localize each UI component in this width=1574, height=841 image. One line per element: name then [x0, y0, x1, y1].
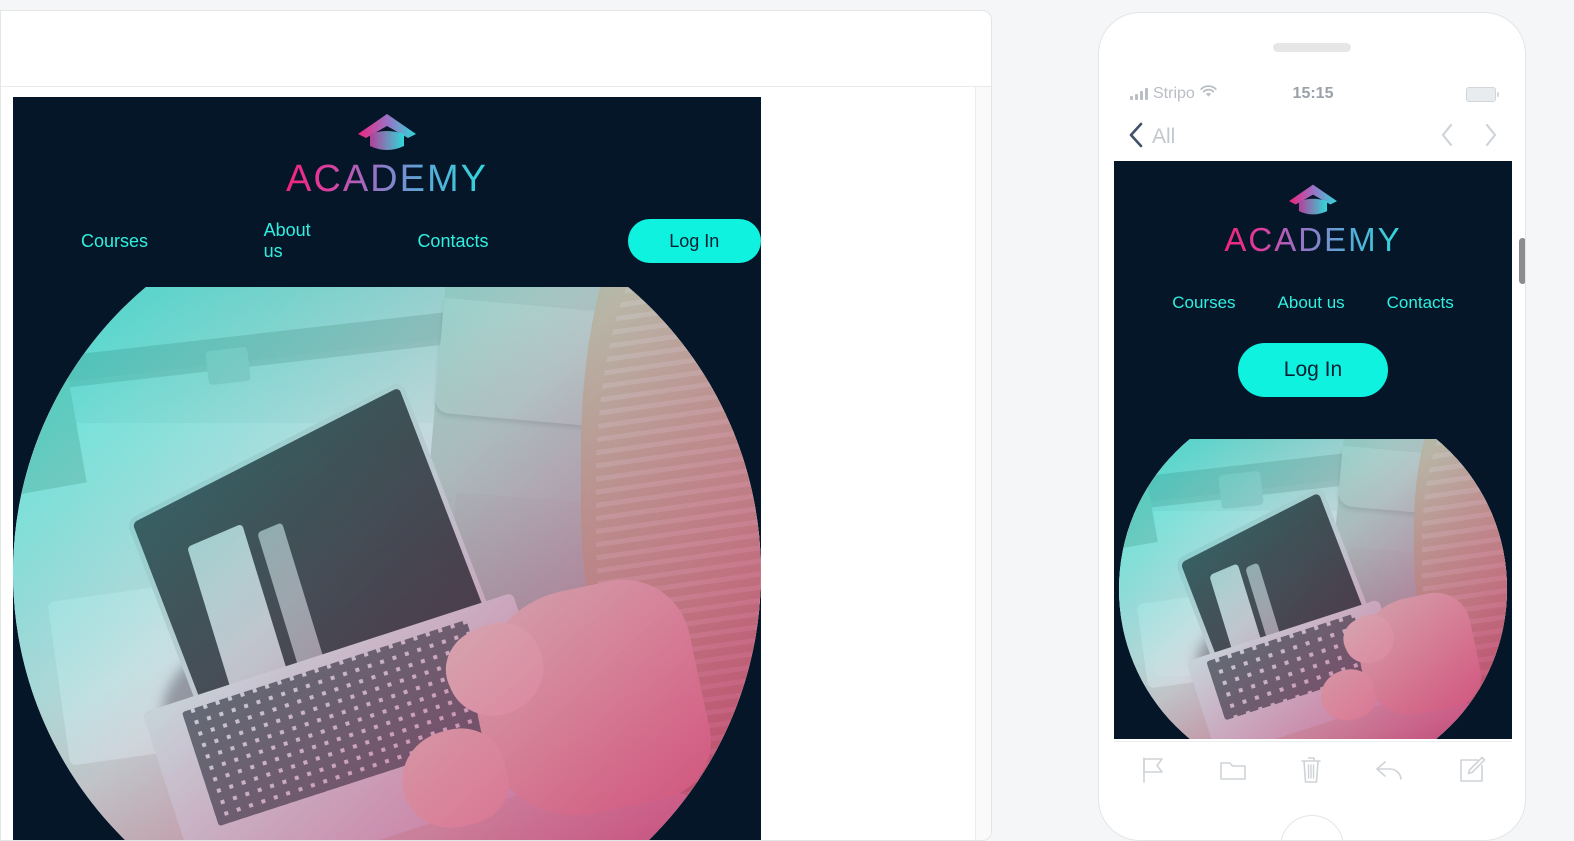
trash-icon[interactable]	[1299, 755, 1323, 790]
phone-bottom-toolbar	[1114, 741, 1512, 803]
email-body-mobile[interactable]: ACADEMY Courses About us Contacts Log In	[1114, 161, 1512, 739]
graduation-cap-icon	[1287, 183, 1339, 221]
email-header-desktop: ACADEMY Courses About us Contacts Log In	[13, 97, 761, 287]
compose-icon[interactable]	[1458, 756, 1486, 789]
nav-link-contacts[interactable]: Contacts	[417, 231, 488, 252]
mobile-preview-phone: Stripo 15:15 All ACADEMY Courses About u…	[1098, 12, 1526, 841]
graduation-cap-icon	[356, 112, 418, 158]
wifi-icon	[1200, 85, 1217, 103]
email-header-mobile: ACADEMY Courses About us Contacts Log In	[1114, 161, 1512, 439]
brand-logo-mobile: ACADEMY	[1143, 183, 1483, 256]
desktop-preview-panel: ACADEMY Courses About us Contacts Log In	[0, 10, 992, 841]
brand-wordmark-mobile: ACADEMY	[1224, 221, 1402, 258]
phone-status-bar: Stripo 15:15	[1114, 75, 1512, 113]
status-left-group: Stripo	[1130, 85, 1217, 103]
hero-photo	[13, 287, 761, 840]
hero-gradient-overlay-2	[1119, 439, 1507, 739]
status-right-group	[1466, 86, 1499, 102]
mobile-nav: Courses About us Contacts	[1114, 293, 1512, 313]
email-body-desktop: ACADEMY Courses About us Contacts Log In	[13, 97, 761, 840]
reply-icon[interactable]	[1375, 758, 1405, 787]
back-to-all-button[interactable]: All	[1128, 122, 1175, 153]
nav-link-courses-mobile[interactable]: Courses	[1172, 293, 1235, 313]
hero-photo-mobile	[1119, 439, 1507, 739]
desktop-preview-scroll-area[interactable]: ACADEMY Courses About us Contacts Log In	[1, 86, 991, 840]
login-button-mobile[interactable]: Log In	[1238, 343, 1388, 397]
hero-image-mobile	[1119, 439, 1507, 739]
next-message-button[interactable]	[1484, 123, 1498, 152]
home-button-icon[interactable]	[1280, 815, 1344, 840]
desktop-nav: Courses About us Contacts Log In	[13, 219, 761, 263]
phone-scrollbar-thumb[interactable]	[1519, 238, 1525, 284]
brand-wordmark-desktop: ACADEMY	[286, 158, 488, 200]
prev-message-button[interactable]	[1440, 123, 1454, 152]
battery-icon	[1466, 86, 1499, 102]
nav-link-contacts-mobile[interactable]: Contacts	[1387, 293, 1454, 313]
carrier-label: Stripo	[1153, 85, 1195, 102]
nav-link-about-us[interactable]: About us	[264, 220, 334, 262]
desktop-scrollbar-track[interactable]	[975, 87, 991, 840]
mobile-login-wrap: Log In	[1114, 343, 1512, 397]
flag-icon[interactable]	[1140, 756, 1166, 789]
hero-section-desktop	[13, 287, 761, 840]
nav-link-courses[interactable]: Courses	[81, 231, 148, 252]
nav-link-about-us-mobile[interactable]: About us	[1278, 293, 1345, 313]
brand-logo-desktop: ACADEMY	[237, 112, 537, 198]
phone-screen: Stripo 15:15 All ACADEMY Courses About u…	[1114, 75, 1525, 741]
login-button-desktop[interactable]: Log In	[627, 219, 761, 263]
message-pager	[1440, 123, 1498, 152]
status-time: 15:15	[1292, 85, 1334, 102]
phone-speaker-grille	[1273, 43, 1351, 52]
hero-gradient-overlay-2	[13, 287, 761, 840]
back-label: All	[1152, 125, 1176, 148]
hero-section-mobile	[1114, 439, 1512, 739]
signal-bars-icon	[1130, 88, 1148, 100]
phone-nav-bar: All	[1114, 113, 1512, 161]
hero-image-desktop	[13, 287, 761, 840]
chevron-left-icon	[1128, 122, 1144, 153]
folder-icon[interactable]	[1219, 757, 1247, 788]
